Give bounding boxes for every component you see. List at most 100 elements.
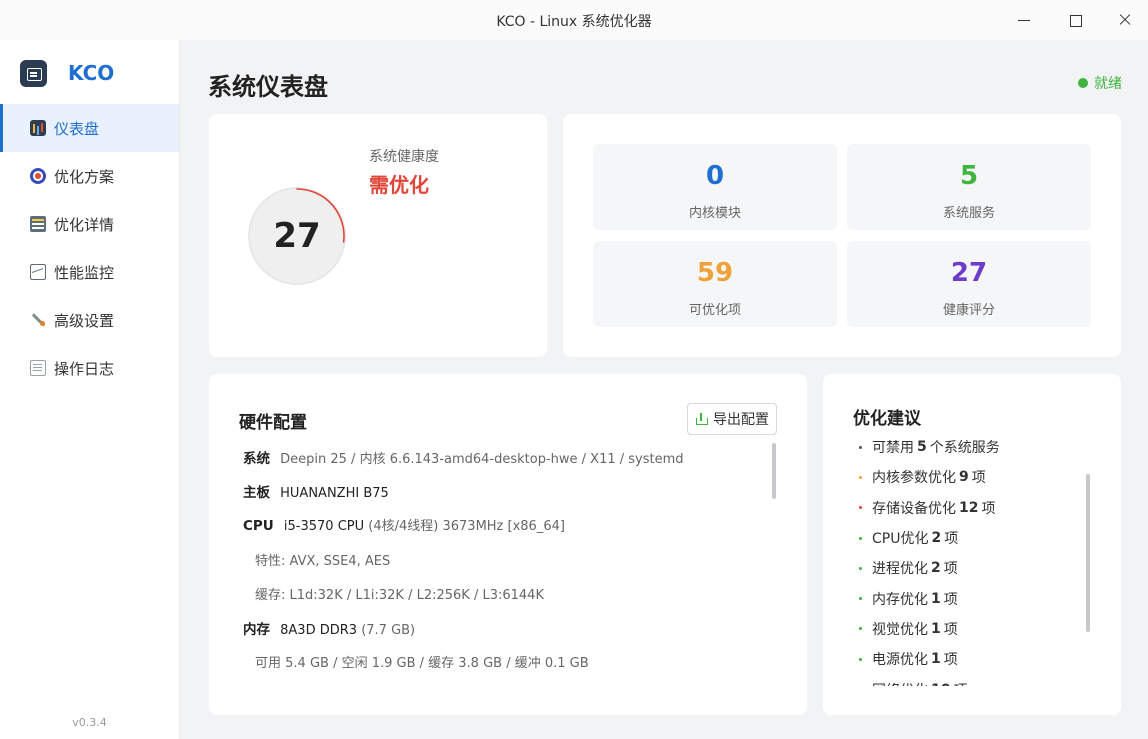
suggestion-unit: 项 bbox=[944, 531, 959, 548]
suggestion-count: 10 bbox=[931, 682, 950, 686]
hardware-title: 硬件配置 bbox=[239, 413, 307, 433]
hw-value-detail: (4核/4线程) 3673MHz [x86_64] bbox=[368, 519, 565, 535]
hardware-scrollbar[interactable] bbox=[772, 443, 776, 499]
suggestion-text: 电源优化 bbox=[872, 652, 928, 669]
stat-optimizable-items: 59 可优化项 bbox=[593, 241, 837, 327]
hw-value: 8A3D DDR3 bbox=[280, 622, 358, 638]
bullet-icon bbox=[859, 445, 862, 449]
sidebar-item-label: 优化方案 bbox=[54, 167, 115, 186]
health-gauge: 27 bbox=[247, 186, 347, 286]
export-config-button[interactable]: 导出配置 bbox=[687, 403, 777, 435]
suggestion-text: 内核参数优化 bbox=[872, 470, 956, 487]
hw-value: i5-3570 CPU bbox=[283, 519, 365, 535]
bullet-icon bbox=[859, 506, 862, 510]
stat-label: 内核模块 bbox=[688, 206, 741, 221]
suggestion-unit: 项 bbox=[943, 652, 958, 669]
status-indicator: 就绪 bbox=[1078, 73, 1122, 93]
stat-value: 27 bbox=[950, 258, 988, 288]
close-button[interactable] bbox=[1111, 6, 1139, 34]
suggestion-unit: 项 bbox=[981, 500, 996, 517]
version-label: v0.3.4 bbox=[72, 716, 107, 729]
health-card: 27 系统健康度 需优化 bbox=[209, 114, 547, 357]
suggestion-unit: 项 bbox=[943, 561, 958, 578]
sidebar-item-performance-monitor[interactable]: 性能监控 bbox=[0, 248, 179, 296]
stat-label: 健康评分 bbox=[942, 303, 995, 318]
suggestion-count: 1 bbox=[931, 620, 941, 637]
sidebar-item-optimization-plan[interactable]: 优化方案 bbox=[0, 152, 179, 200]
hw-value-detail: (7.7 GB) bbox=[361, 622, 416, 638]
suggestion-item: 进程优化 2 项 bbox=[859, 553, 1089, 583]
sidebar-item-optimization-details[interactable]: 优化详情 bbox=[0, 200, 179, 248]
suggestion-count: 9 bbox=[959, 469, 969, 486]
suggestion-unit: 项 bbox=[971, 470, 986, 487]
hw-value: 可用 5.4 GB / 空闲 1.9 GB / 缓存 3.8 GB / 缓冲 0… bbox=[255, 656, 589, 672]
suggestion-unit: 个系统服务 bbox=[929, 440, 1000, 457]
hw-key: 系统 bbox=[243, 451, 270, 467]
main-content: 系统仪表盘 就绪 27 系统健康度 需优化 0 内核模块 5 系统服务 59 可… bbox=[180, 40, 1148, 739]
suggestions-card: 优化建议 可禁用 5 个系统服务 内核参数优化 9 项存储设备优化 12 项 CPU优化 2 项进程… bbox=[823, 374, 1121, 715]
stat-kernel-modules: 0 内核模块 bbox=[593, 144, 837, 230]
suggestion-text: 网络优化 bbox=[872, 680, 928, 686]
suggestion-item: 视觉优化 1 项 bbox=[859, 614, 1089, 644]
status-dot-icon bbox=[1078, 78, 1088, 88]
suggestion-item: 内存优化 1 项 bbox=[859, 583, 1089, 613]
suggestions-scrollbar[interactable] bbox=[1086, 474, 1090, 632]
suggestion-count: 2 bbox=[931, 530, 942, 547]
hw-row-cpu: CPU i5-3570 CPU (4核/4线程) 3673MHz [x86_64… bbox=[243, 515, 763, 549]
bullet-icon bbox=[859, 536, 862, 540]
bullet-icon bbox=[859, 475, 862, 479]
suggestion-text: 可禁用 bbox=[872, 440, 914, 457]
monitor-icon bbox=[30, 264, 46, 280]
hw-key: CPU bbox=[243, 518, 274, 535]
minimize-button[interactable] bbox=[1010, 6, 1038, 34]
export-icon bbox=[695, 413, 708, 425]
suggestion-text: 视觉优化 bbox=[872, 621, 928, 638]
stat-value: 5 bbox=[959, 161, 979, 191]
stat-label: 系统服务 bbox=[942, 206, 995, 221]
sidebar-item-label: 性能监控 bbox=[54, 263, 115, 282]
sidebar-item-label: 操作日志 bbox=[54, 359, 115, 378]
health-label: 系统健康度 bbox=[369, 149, 439, 165]
suggestion-text: 存储设备优化 bbox=[872, 500, 956, 517]
hw-row-cpu-cache: 缓存: L1d:32K / L1i:32K / L2:256K / L3:614… bbox=[243, 584, 763, 618]
sidebar-item-dashboard[interactable]: 仪表盘 bbox=[0, 104, 179, 152]
suggestion-count: 12 bbox=[959, 499, 979, 516]
bullet-icon bbox=[859, 627, 862, 631]
suggestion-text: CPU优化 bbox=[872, 531, 929, 548]
page-title: 系统仪表盘 bbox=[208, 73, 328, 101]
hw-row-memory-usage: 可用 5.4 GB / 空闲 1.9 GB / 缓存 3.8 GB / 缓冲 0… bbox=[243, 652, 763, 686]
suggestions-title: 优化建议 bbox=[853, 409, 921, 429]
sidebar-item-advanced-settings[interactable]: 高级设置 bbox=[0, 296, 179, 344]
hw-row-os: 系统 Deepin 25 / 内核 6.6.143-amd64-desktop-… bbox=[243, 447, 763, 481]
suggestion-item: 内核参数优化 9 项 bbox=[859, 462, 1089, 492]
bullet-icon bbox=[859, 566, 862, 570]
suggestion-item: 电源优化 1 项 bbox=[859, 644, 1089, 674]
suggestion-count: 1 bbox=[931, 651, 941, 668]
suggestion-count: 1 bbox=[931, 590, 941, 607]
app-logo-icon bbox=[20, 60, 47, 87]
maximize-button[interactable] bbox=[1061, 6, 1089, 34]
suggestion-item: 网络优化10项 bbox=[859, 674, 1089, 686]
stat-health-score: 27 健康评分 bbox=[847, 241, 1091, 327]
suggestion-count: 2 bbox=[931, 560, 941, 577]
suggestion-unit: 项 bbox=[953, 680, 967, 686]
hw-key: 主板 bbox=[243, 485, 270, 502]
health-score: 27 bbox=[273, 216, 321, 256]
log-icon bbox=[30, 360, 46, 376]
suggestion-count: 5 bbox=[917, 439, 927, 456]
suggestion-unit: 项 bbox=[943, 621, 958, 638]
list-icon bbox=[30, 216, 46, 232]
hw-value: 缓存: L1d:32K / L1i:32K / L2:256K / L3:614… bbox=[255, 587, 544, 603]
window-title: KCO - Linux 系统优化器 bbox=[496, 14, 652, 30]
suggestion-item: CPU优化 2 项 bbox=[859, 523, 1089, 553]
suggestion-text: 内存优化 bbox=[872, 591, 928, 608]
export-config-label: 导出配置 bbox=[713, 412, 769, 428]
health-status: 需优化 bbox=[369, 173, 429, 197]
bullet-icon bbox=[859, 597, 862, 601]
wrench-icon bbox=[30, 312, 46, 328]
sidebar-item-operation-log[interactable]: 操作日志 bbox=[0, 344, 179, 392]
hw-row-cpu-features: 特性: AVX, SSE4, AES bbox=[243, 550, 763, 584]
title-bar: KCO - Linux 系统优化器 bbox=[0, 0, 1148, 40]
dashboard-icon bbox=[30, 120, 46, 136]
stats-card: 0 内核模块 5 系统服务 59 可优化项 27 健康评分 bbox=[563, 114, 1121, 357]
